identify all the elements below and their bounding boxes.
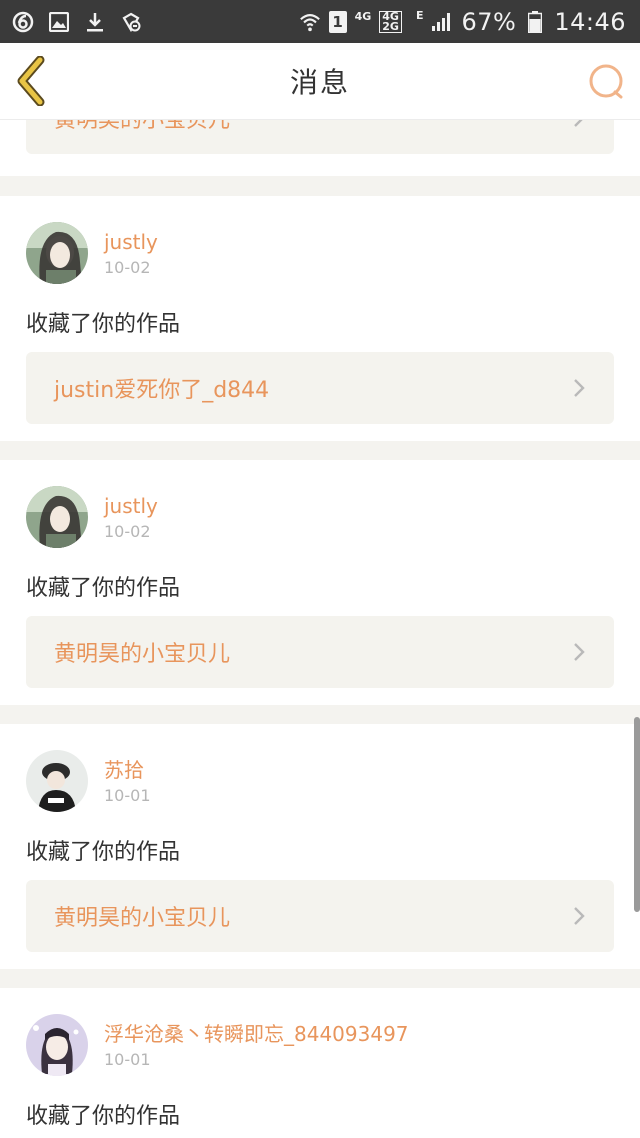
work-link[interactable]: 黄明昊的小宝贝儿 [26, 880, 614, 952]
work-link[interactable]: 黄明昊的小宝贝儿 [26, 120, 614, 154]
user-meta: 苏拾 10-01 [104, 750, 151, 806]
network-type-label: 4G [354, 10, 372, 23]
user-row[interactable]: justly 10-02 [26, 222, 158, 284]
action-text: 收藏了你的作品 [26, 1104, 181, 1129]
action-text: 收藏了你的作品 [26, 576, 181, 601]
action-text: 收藏了你的作品 [26, 312, 181, 337]
avatar[interactable] [26, 486, 88, 548]
user-meta: 浮华沧桑丶转瞬即忘_844093497 10-01 [104, 1014, 409, 1070]
shield-notification-icon [120, 11, 142, 33]
username[interactable]: justly [104, 230, 158, 254]
battery-percent: 67% [461, 7, 517, 36]
username[interactable]: justly [104, 494, 158, 518]
chevron-right-icon [574, 379, 585, 397]
user-row[interactable]: 苏拾 10-01 [26, 750, 151, 812]
username[interactable]: 苏拾 [104, 758, 151, 782]
status-right-icons: 1 4G 4G 2G E 67% 14:46 [299, 8, 626, 36]
download-icon [84, 11, 106, 33]
back-button[interactable] [14, 55, 54, 107]
status-time: 14:46 [554, 7, 626, 36]
user-row[interactable]: justly 10-02 [26, 486, 158, 548]
work-link[interactable]: justin爱死你了_d844 [26, 352, 614, 424]
user-row[interactable]: 浮华沧桑丶转瞬即忘_844093497 10-01 [26, 1014, 409, 1076]
wifi-icon [299, 11, 321, 33]
chevron-right-icon [574, 907, 585, 925]
battery-icon [524, 10, 546, 33]
app-header: 消息 [0, 43, 640, 120]
message-date: 10-02 [104, 258, 151, 277]
app-notification-icon [12, 11, 34, 33]
sim-indicator: 1 [328, 10, 347, 33]
avatar[interactable] [26, 222, 88, 284]
message-card: 黄明昊的小宝贝儿 [0, 120, 640, 176]
message-list[interactable]: 黄明昊的小宝贝儿 justly 10-02 收藏了你的作品 justin爱死你了… [0, 120, 640, 1138]
work-title: 黄明昊的小宝贝儿 [54, 120, 231, 133]
dual-network-indicator: 4G 2G [379, 10, 402, 33]
data-mode-label: E [415, 9, 424, 22]
user-meta: justly 10-02 [104, 486, 158, 542]
search-button[interactable] [588, 63, 626, 101]
work-title: 黄明昊的小宝贝儿 [54, 642, 231, 667]
work-title: justin爱死你了_d844 [54, 378, 270, 403]
avatar[interactable] [26, 1014, 88, 1076]
user-meta: justly 10-02 [104, 222, 158, 278]
message-date: 10-01 [104, 1050, 151, 1069]
gallery-icon [48, 11, 70, 33]
message-date: 10-02 [104, 522, 151, 541]
message-card: justly 10-02 收藏了你的作品 justin爱死你了_d844 [0, 196, 640, 441]
chevron-right-icon [574, 120, 583, 127]
sim-label: 1 [332, 12, 343, 31]
back-arrow-icon [17, 55, 45, 107]
search-icon [589, 64, 623, 99]
signal-icon [431, 11, 453, 33]
work-title: 黄明昊的小宝贝儿 [54, 906, 231, 931]
status-bar: 1 4G 4G 2G E 67% 14:46 [0, 0, 640, 43]
message-card: justly 10-02 收藏了你的作品 黄明昊的小宝贝儿 [0, 460, 640, 705]
message-card: 苏拾 10-01 收藏了你的作品 黄明昊的小宝贝儿 [0, 724, 640, 969]
status-left-icons [12, 11, 142, 33]
scrollbar[interactable] [634, 717, 640, 912]
action-text: 收藏了你的作品 [26, 840, 181, 865]
username[interactable]: 浮华沧桑丶转瞬即忘_844093497 [104, 1022, 409, 1046]
chevron-right-icon [574, 643, 585, 661]
message-card: 浮华沧桑丶转瞬即忘_844093497 10-01 收藏了你的作品 [0, 988, 640, 1138]
message-date: 10-01 [104, 786, 151, 805]
page-title: 消息 [289, 66, 350, 99]
avatar[interactable] [26, 750, 88, 812]
dual-network-bottom: 2G [382, 19, 399, 33]
work-link[interactable]: 黄明昊的小宝贝儿 [26, 616, 614, 688]
